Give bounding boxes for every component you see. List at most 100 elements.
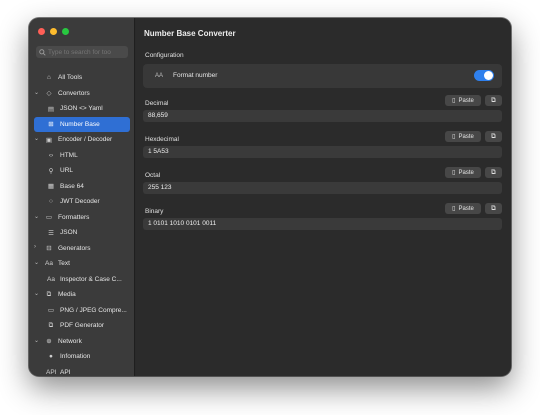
page-title: Number Base Converter bbox=[144, 29, 236, 38]
sidebar-item-encoder-decoder[interactable]: ⌄ ▣ Encoder / Decoder bbox=[29, 132, 135, 148]
sidebar-item-label: Infomation bbox=[60, 353, 91, 361]
chevron-down-icon[interactable]: ⌄ bbox=[34, 89, 39, 96]
sidebar-item-label: JWT Decoder bbox=[60, 198, 100, 206]
copy-icon: ⧉ bbox=[491, 204, 496, 212]
link-icon: ⚲ bbox=[48, 167, 54, 175]
sidebar-item-label: JSON bbox=[60, 229, 78, 237]
hexdecimal-paste-button[interactable]: ▯ Paste bbox=[445, 131, 481, 142]
chevron-down-icon[interactable]: ⌄ bbox=[34, 213, 39, 220]
sidebar-item-convertors[interactable]: ⌄ ◇ Convertors bbox=[29, 86, 135, 102]
sidebar-item-network[interactable]: ⌄ ⊕ Network bbox=[29, 334, 135, 350]
zoom-window-button[interactable] bbox=[62, 28, 69, 35]
text-case-icon: Aa bbox=[47, 275, 55, 283]
sidebar-item-label: Number Base bbox=[60, 120, 100, 128]
hexdecimal-copy-button[interactable]: ⧉ bbox=[485, 131, 502, 142]
sidebar-item-label: Formatters bbox=[58, 213, 90, 221]
octal-copy-button[interactable]: ⧉ bbox=[485, 167, 502, 178]
sidebar-item-text[interactable]: ⌄ Aa Text bbox=[29, 256, 135, 272]
clipboard-icon: ▯ bbox=[452, 134, 456, 140]
sidebar-item-label: Convertors bbox=[58, 89, 90, 97]
sidebar-item-label: JSON <> Yaml bbox=[60, 105, 103, 113]
close-window-button[interactable] bbox=[38, 28, 45, 35]
paste-label: Paste bbox=[458, 205, 474, 212]
sidebar-item-infomation[interactable]: ● Infomation bbox=[29, 349, 135, 365]
chevron-down-icon[interactable]: ⌄ bbox=[34, 290, 39, 297]
format-number-icon: AA bbox=[155, 73, 164, 79]
copy-icon: ⧉ bbox=[491, 96, 496, 104]
copy-icon: ⧉ bbox=[491, 132, 496, 140]
chevron-down-icon[interactable]: ⌄ bbox=[34, 135, 39, 142]
decimal-copy-button[interactable]: ⧉ bbox=[485, 95, 502, 106]
sidebar-item-jwt-decoder[interactable]: ○ JWT Decoder bbox=[29, 194, 135, 210]
octal-paste-button[interactable]: ▯ Paste bbox=[445, 167, 481, 178]
image-icon: ▭ bbox=[47, 307, 55, 315]
sidebar-item-api[interactable]: API API bbox=[29, 365, 135, 377]
sidebar-item-label: Base 64 bbox=[60, 182, 84, 190]
search-input[interactable] bbox=[48, 48, 128, 56]
configuration-heading: Configuration bbox=[145, 52, 184, 59]
sidebar: ⌂ All Tools ⌄ ◇ Convertors▤ JSON <> Yaml ⊞ Numb… bbox=[29, 18, 135, 376]
sidebar-item-media[interactable]: ⌄ ⧉ Media bbox=[29, 287, 135, 303]
media-icon: ⧉ bbox=[46, 290, 52, 298]
sidebar-item-base-64[interactable]: ▦ Base 64 bbox=[29, 179, 135, 195]
sidebar-item-formatters[interactable]: ⌄ ▭ Formatters bbox=[29, 210, 135, 226]
sidebar-item-label: Media bbox=[58, 291, 76, 299]
sidebar-item-label: API bbox=[60, 368, 71, 376]
binary-paste-button[interactable]: ▯ Paste bbox=[445, 203, 481, 214]
sidebar-item-number-base[interactable]: ⊞ Number Base bbox=[34, 116, 130, 132]
api-icon: API bbox=[46, 368, 57, 376]
diamond-icon: ◇ bbox=[46, 90, 52, 98]
sidebar-item-label: PDF Generator bbox=[60, 322, 105, 330]
binary-copy-button[interactable]: ⧉ bbox=[485, 203, 502, 214]
sidebar-item-json-yaml[interactable]: ▤ JSON <> Yaml bbox=[29, 101, 135, 117]
paste-label: Paste bbox=[458, 97, 474, 104]
octal-label: Octal bbox=[145, 172, 161, 179]
grid-icon: ▦ bbox=[47, 183, 55, 191]
sidebar-item-label: PNG / JPEG Compre... bbox=[60, 306, 127, 314]
sidebar-item-url[interactable]: ⚲ URL bbox=[29, 163, 135, 179]
generator-icon: ⊟ bbox=[46, 245, 52, 253]
paste-label: Paste bbox=[458, 133, 474, 140]
octal-value-field[interactable]: 255 123 bbox=[143, 182, 502, 194]
circle-icon: ○ bbox=[49, 198, 53, 206]
home-icon: ⌂ bbox=[47, 74, 51, 82]
text-icon: Aa bbox=[45, 260, 53, 268]
search-icon bbox=[39, 48, 46, 56]
sidebar-item-generators[interactable]: › ⊟ Generators bbox=[29, 241, 135, 257]
chevron-down-icon[interactable]: ⌄ bbox=[34, 259, 39, 266]
number-icon: ⊞ bbox=[48, 121, 54, 129]
configuration-card: AA Format number bbox=[143, 64, 502, 88]
decimal-label: Decimal bbox=[145, 100, 169, 107]
decimal-value-field[interactable]: 88,659 bbox=[143, 110, 502, 122]
copy-icon: ⧉ bbox=[491, 168, 496, 176]
info-icon: ● bbox=[49, 353, 53, 361]
sidebar-item-label: HTML bbox=[60, 151, 78, 159]
binary-value-field[interactable]: 1 0101 1010 0101 0011 bbox=[143, 218, 502, 230]
sidebar-item-label: URL bbox=[60, 167, 74, 175]
paste-label: Paste bbox=[458, 169, 474, 176]
sidebar-item-png-jpeg-compre[interactable]: ▭ PNG / JPEG Compre... bbox=[29, 303, 135, 319]
clipboard-icon: ▯ bbox=[452, 98, 456, 104]
sidebar-item-label: All Tools bbox=[58, 74, 83, 82]
sidebar-nav: ⌂ All Tools ⌄ ◇ Convertors ▤ JSON <> Yaml ⊞ Numb… bbox=[29, 70, 135, 376]
sidebar-item-json[interactable]: ☰ JSON bbox=[29, 225, 135, 241]
hexdecimal-value-field[interactable]: 1 5A53 bbox=[143, 146, 502, 158]
sidebar-item-label: Generators bbox=[58, 244, 91, 252]
sidebar-item-all-tools[interactable]: ⌂ All Tools bbox=[29, 70, 135, 86]
sidebar-item-inspector-case-c[interactable]: Aa Inspector & Case C... bbox=[29, 272, 135, 288]
format-number-toggle[interactable] bbox=[474, 70, 494, 81]
box-icon: ▣ bbox=[45, 136, 53, 144]
sidebar-item-label: Network bbox=[58, 337, 82, 345]
sidebar-item-html[interactable]: ‹› HTML bbox=[29, 148, 135, 164]
chevron-right-icon[interactable]: › bbox=[34, 244, 36, 250]
clipboard-icon: ▯ bbox=[452, 206, 456, 212]
globe-icon: ⊕ bbox=[46, 338, 52, 346]
minimize-window-button[interactable] bbox=[50, 28, 57, 35]
main-panel: Number Base Converter Configuration AA F… bbox=[136, 18, 511, 376]
sidebar-item-label: Encoder / Decoder bbox=[58, 136, 113, 144]
search-box[interactable] bbox=[36, 46, 128, 58]
chevron-down-icon[interactable]: ⌄ bbox=[34, 337, 39, 344]
sidebar-item-pdf-generator[interactable]: ⧉ PDF Generator bbox=[29, 318, 135, 334]
document-icon: ▤ bbox=[47, 105, 55, 113]
decimal-paste-button[interactable]: ▯ Paste bbox=[445, 95, 481, 106]
